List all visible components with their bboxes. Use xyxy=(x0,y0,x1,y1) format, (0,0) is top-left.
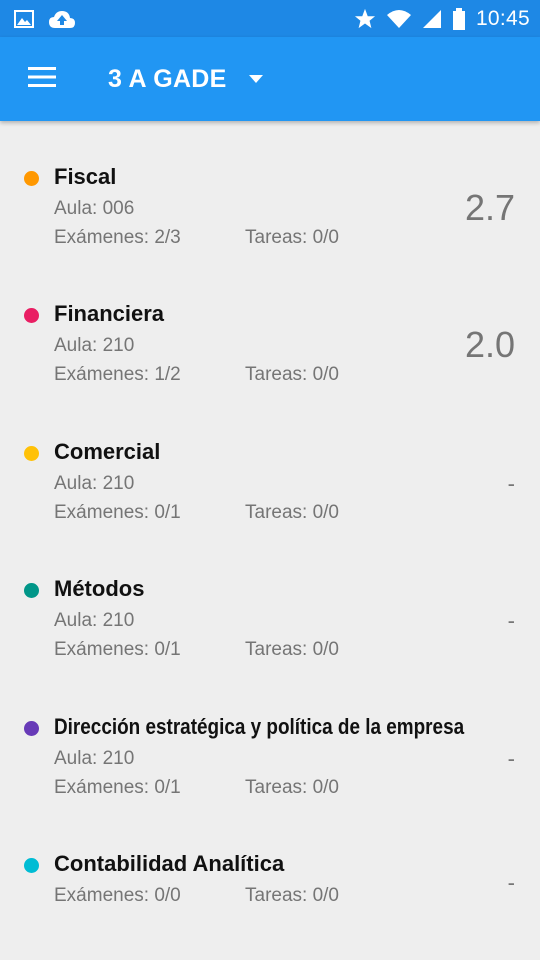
subject-examenes: Exámenes: 0/0 xyxy=(54,885,181,906)
subject-item-contabilidad-analitica[interactable]: Contabilidad Analítica Exámenes: 0/0 Tar… xyxy=(0,851,540,960)
subject-grade: - xyxy=(507,608,515,633)
status-left xyxy=(14,0,76,37)
subject-item-comercial[interactable]: Comercial Aula: 210 Exámenes: 0/1 Tareas… xyxy=(0,439,540,571)
subject-tareas: Tareas: 0/0 xyxy=(245,777,339,798)
subject-tareas: Tareas: 0/0 xyxy=(245,364,339,385)
subject-color-dot xyxy=(24,308,39,323)
battery-icon xyxy=(452,7,466,30)
subject-name: Contabilidad Analítica xyxy=(54,851,285,876)
subject-item-direccion-estrategica[interactable]: Dirección estratégica y política de la e… xyxy=(0,714,540,846)
subject-grade: 2.0 xyxy=(464,324,515,365)
subject-color-dot xyxy=(24,583,39,598)
image-notification-icon xyxy=(14,9,34,28)
subject-aula: Aula: 006 xyxy=(54,198,135,219)
subject-examenes: Exámenes: 0/1 xyxy=(54,639,181,660)
wifi-icon xyxy=(386,9,412,29)
subject-name: Comercial xyxy=(54,439,161,464)
subject-item-fiscal[interactable]: Fiscal Aula: 006 Exámenes: 2/3 Tareas: 0… xyxy=(0,164,540,296)
subject-color-dot xyxy=(24,721,39,736)
subject-name: Dirección estratégica y política de la e… xyxy=(54,714,465,739)
subject-aula: Aula: 210 xyxy=(54,748,135,769)
subject-name: Fiscal xyxy=(54,164,117,189)
subject-tareas: Tareas: 0/0 xyxy=(245,502,339,523)
subject-item-metodos[interactable]: Métodos Aula: 210 Exámenes: 0/1 Tareas: … xyxy=(0,576,540,708)
subject-name: Métodos xyxy=(54,576,145,601)
subject-color-dot xyxy=(24,858,39,873)
subject-grade: - xyxy=(507,746,515,771)
subject-aula: Aula: 210 xyxy=(54,473,135,494)
subject-aula: Aula: 210 xyxy=(54,335,135,356)
subject-examenes: Exámenes: 0/1 xyxy=(54,502,181,523)
menu-button[interactable] xyxy=(14,51,70,107)
subject-tareas: Tareas: 0/0 xyxy=(245,885,339,906)
cloud-upload-icon xyxy=(48,9,76,29)
subject-name: Financiera xyxy=(54,301,165,326)
subject-color-dot xyxy=(24,171,39,186)
subject-grade: - xyxy=(507,870,515,895)
star-icon xyxy=(354,8,376,29)
subject-color-dot xyxy=(24,446,39,461)
course-selector[interactable]: 3 A GADE xyxy=(108,37,263,121)
arrow-drop-down-icon xyxy=(248,70,263,88)
subject-examenes: Exámenes: 2/3 xyxy=(54,227,181,248)
subject-aula: Aula: 210 xyxy=(54,610,135,631)
signal-icon xyxy=(422,9,442,29)
subject-examenes: Exámenes: 1/2 xyxy=(54,364,181,385)
status-bar: 10:45 xyxy=(0,0,540,37)
subject-examenes: Exámenes: 0/1 xyxy=(54,777,181,798)
course-title: 3 A GADE xyxy=(108,64,227,93)
subject-tareas: Tareas: 0/0 xyxy=(245,639,339,660)
status-clock: 10:45 xyxy=(475,6,530,30)
subject-grade: - xyxy=(507,471,515,496)
status-right: 10:45 xyxy=(354,0,530,37)
subject-item-financiera[interactable]: Financiera Aula: 210 Exámenes: 1/2 Tarea… xyxy=(0,301,540,433)
subject-grade: 2.7 xyxy=(464,187,515,228)
hamburger-menu-icon xyxy=(28,66,56,92)
app-bar: 3 A GADE xyxy=(0,37,540,121)
subject-tareas: Tareas: 0/0 xyxy=(245,227,339,248)
